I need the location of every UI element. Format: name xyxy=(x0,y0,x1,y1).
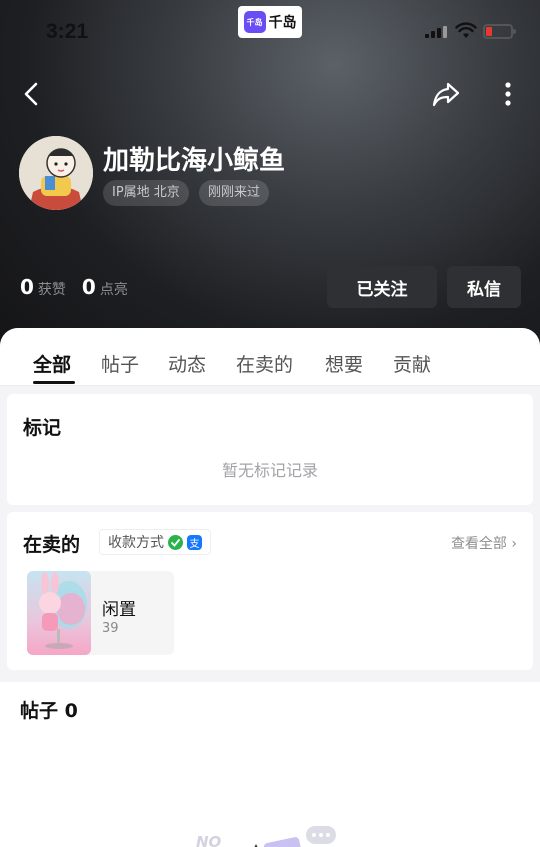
app-logo-icon: 千岛 xyxy=(243,11,266,33)
see-all-link[interactable]: 查看全部 › xyxy=(451,533,517,553)
profile-stats: 0 获赞 0 点亮 xyxy=(20,275,140,299)
lightup-count: 0 xyxy=(81,275,96,299)
goods-thumbnail xyxy=(27,571,91,655)
app-name: 千岛 xyxy=(268,15,297,31)
active-tab-indicator xyxy=(33,381,75,384)
see-all-label: 查看全部 xyxy=(450,536,507,552)
tab-bar: 全部 帖子 动态 在卖的 想要 贡献 xyxy=(0,328,540,386)
wifi-icon xyxy=(455,22,477,38)
more-icon[interactable] xyxy=(496,78,520,110)
wechat-pay-icon xyxy=(168,534,183,550)
status-time: 3:21 xyxy=(46,20,89,43)
battery-icon xyxy=(483,24,516,39)
posts-title: 帖子 0 xyxy=(20,700,78,722)
tab-contributions[interactable]: 贡献 xyxy=(393,350,431,377)
empty-posts-illustration: NO xyxy=(196,826,336,847)
message-button[interactable]: 私信 xyxy=(447,266,521,308)
selling-card: 在卖的 收款方式 支 查看全部 › 闲置 39 xyxy=(7,512,533,670)
username: 加勒比海小鲸鱼 xyxy=(103,146,286,176)
marks-empty-hint: 暂无标记记录 xyxy=(221,461,318,480)
share-icon[interactable] xyxy=(430,78,462,110)
payment-label: 收款方式 xyxy=(108,535,164,551)
status-bar: 3:21 千岛 千岛 xyxy=(0,0,540,62)
empty-illustration-text: NO xyxy=(196,833,222,847)
selling-title: 在卖的 xyxy=(23,534,81,556)
tab-activity[interactable]: 动态 xyxy=(168,350,206,377)
likes-count: 0 xyxy=(20,275,34,299)
cartoon-avatar-icon xyxy=(19,136,93,210)
goods-count: 39 xyxy=(102,621,119,636)
app-badge: 千岛 千岛 xyxy=(238,6,302,38)
marks-card: 标记 暂无标记记录 xyxy=(7,394,533,505)
goods-name: 闲置 xyxy=(102,600,136,620)
goods-item[interactable]: 闲置 39 xyxy=(27,571,174,655)
likes-label: 获赞 xyxy=(37,282,66,298)
recent-visit-tag: 刚刚来过 xyxy=(199,180,270,206)
marks-title: 标记 xyxy=(23,417,62,439)
tab-wanted[interactable]: 想要 xyxy=(325,350,363,377)
signal-icon xyxy=(425,26,447,38)
avatar[interactable] xyxy=(19,136,93,210)
tab-all[interactable]: 全部 xyxy=(33,350,71,377)
tab-selling[interactable]: 在卖的 xyxy=(236,350,293,377)
alipay-icon: 支 xyxy=(187,534,202,550)
follow-button[interactable]: 已关注 xyxy=(327,266,437,308)
back-icon[interactable] xyxy=(18,80,46,108)
tab-posts[interactable]: 帖子 xyxy=(101,350,139,377)
payment-methods-chip[interactable]: 收款方式 支 xyxy=(99,529,211,555)
lightup-label: 点亮 xyxy=(99,282,128,298)
ip-location-tag: IP属地 北京 xyxy=(103,180,189,206)
figure-toy-icon xyxy=(39,572,87,649)
